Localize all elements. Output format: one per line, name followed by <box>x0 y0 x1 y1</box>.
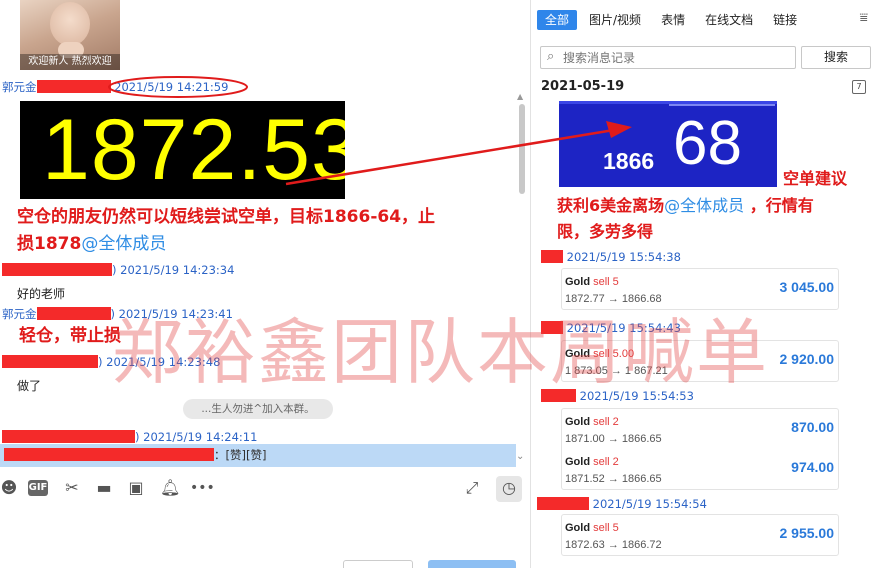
emoji-icon[interactable]: ☻ <box>0 476 18 500</box>
redaction-bar <box>2 355 98 368</box>
redaction-bar <box>4 448 214 461</box>
price-card-image[interactable]: 1866 68 <box>559 101 777 187</box>
history-timestamp: 2021/5/19 15:54:38 <box>566 250 681 264</box>
short-suggestion-note: 空单建议 <box>783 169 848 188</box>
collapse-chevron-icon[interactable]: ⌄ <box>516 451 524 462</box>
trade-row: Gold sell 2 1871.00 → 1866.65 870.00 <box>562 409 838 449</box>
trade-instruction-note: 空仓的朋友仍然可以短线尝试空单，目标1866-64，止 损1878@全体成员 <box>17 204 529 258</box>
mention-all-members[interactable]: @全体成员 <box>81 234 166 254</box>
calendar-icon[interactable]: 7 <box>852 80 866 94</box>
light-position-note: 轻仓，带止损 <box>19 326 121 346</box>
profit-exit-line1: 获利6美金离场@全体成员 ，行情有 <box>557 193 882 219</box>
tab-all[interactable]: 全部 <box>537 10 578 30</box>
mention-all-members[interactable]: @全体成员 <box>664 196 744 215</box>
trade-symbol: Gold sell 5 <box>565 276 619 288</box>
trade-price-path: 1871.00 → 1866.65 <box>565 433 662 445</box>
card-small-price: 1866 <box>603 148 655 174</box>
scroll-up-arrow-icon[interactable]: ▲ <box>517 92 523 101</box>
trade-instruction-line2: 损1878@全体成员 <box>17 231 529 258</box>
price-screenshot-text: 1872.53 <box>42 102 345 198</box>
stop-loss-text: 损1878 <box>17 234 82 254</box>
sender-name: 郭元金 <box>2 80 37 94</box>
image-icon[interactable]: ▣ <box>126 476 146 500</box>
message-sender[interactable]: ) 2021/5/19 14:23:34 <box>2 263 234 277</box>
search-button[interactable]: 搜索 <box>801 46 871 69</box>
reply-preview-bar[interactable]: ：[赞][赞] <box>0 444 516 467</box>
message-sender[interactable]: ) 2021/5/19 14:24:11 <box>2 430 257 444</box>
redaction-bar <box>2 430 135 443</box>
send-button[interactable] <box>428 560 516 568</box>
chat-pane: 欢迎新人 热烈欢迎 郭元金 2021/5/19 14:21:59 1872.53… <box>0 0 530 568</box>
price-screenshot-image[interactable]: 1872.53 <box>20 101 345 199</box>
gif-icon[interactable]: GIF <box>28 480 48 496</box>
trade-profit: 974.00 <box>791 459 834 475</box>
profit-exit-text: 获利6美金离场 <box>557 196 665 215</box>
message-text: 做了 <box>17 379 42 393</box>
trade-profit: 3 045.00 <box>779 279 835 295</box>
message-timestamp: 2021/5/19 14:21:59 <box>114 80 229 94</box>
search-icon: ⌕ <box>547 49 555 64</box>
expand-icon[interactable]: ⤢ <box>462 476 482 500</box>
message-sender[interactable]: 郭元金 2021/5/19 14:21:59 <box>2 80 228 94</box>
trade-row: Gold sell 5 1872.63 → 1866.72 2 955.00 <box>562 515 838 555</box>
trade-price-path: 1872.63 → 1866.72 <box>565 539 662 551</box>
message-text: 好的老师 <box>17 287 66 301</box>
history-clock-icon[interactable]: ◷ <box>496 476 522 502</box>
reply-preview-text: ：[赞][赞] <box>214 448 267 462</box>
system-tip-bubble: ...生人勿进^加入本群。 <box>183 399 333 419</box>
chat-scrollbar[interactable] <box>519 104 525 194</box>
trade-symbol: Gold sell 2 <box>565 416 619 428</box>
bell-icon[interactable]: 🔔︎ <box>160 476 180 500</box>
trade-card[interactable]: Gold sell 5 1872.63 → 1866.72 2 955.00 <box>561 514 839 556</box>
trade-row: Gold sell 2 1871.52 → 1866.65 974.00 <box>562 449 838 489</box>
trade-profit: 870.00 <box>791 419 834 435</box>
scissors-icon[interactable]: ✂ <box>62 476 82 500</box>
history-timestamp: 2021/5/19 15:54:54 <box>592 497 707 511</box>
history-search-input[interactable] <box>563 49 791 66</box>
profit-exit-note: 获利6美金离场@全体成员 ，行情有 限，多劳多得 <box>557 193 882 245</box>
baby-face-shape <box>50 2 90 46</box>
redaction-bar <box>36 307 111 320</box>
tab-stickers[interactable]: 表情 <box>653 10 693 30</box>
trade-profit: 2 920.00 <box>779 351 835 367</box>
history-date: 2021-05-19 <box>541 79 625 94</box>
trade-price-path: 1871.52 → 1866.65 <box>565 473 662 485</box>
redaction-bar <box>2 263 112 276</box>
tab-links[interactable]: 链接 <box>765 10 805 30</box>
profit-exit-text-tail: ，行情有 <box>744 196 814 215</box>
trade-instruction-line1: 空仓的朋友仍然可以短线尝试空单，目标1866-64，止 <box>17 207 436 227</box>
sticker-caption: 欢迎新人 热烈欢迎 <box>20 54 120 70</box>
trade-symbol: Gold sell 5 <box>565 522 619 534</box>
card-strip <box>669 104 775 106</box>
promo-watermark: 郑裕鑫团队本周喊单 <box>112 311 770 394</box>
message-timestamp: 2021/5/19 14:24:11 <box>143 430 258 444</box>
history-sender[interactable]: 2021/5/19 15:54:38 <box>541 250 681 264</box>
redaction-bar <box>537 497 589 510</box>
input-toolbar: ☻ GIF ✂ ▬ ▣ 🔔︎ ••• ⤢ ◷ <box>0 476 530 502</box>
folder-icon[interactable]: ▬ <box>93 476 115 500</box>
trade-symbol: Gold sell 2 <box>565 456 619 468</box>
redaction-bar <box>541 250 563 263</box>
trade-card[interactable]: Gold sell 2 1871.00 → 1866.65 870.00 Gol… <box>561 408 839 490</box>
card-big-price: 68 <box>673 109 742 178</box>
filter-icon[interactable]: ⩸ <box>859 10 868 26</box>
trade-profit: 2 955.00 <box>779 525 835 541</box>
tab-online-docs[interactable]: 在线文档 <box>697 10 761 30</box>
history-search-box: ⌕ <box>540 46 796 69</box>
welcome-sticker-image[interactable]: 欢迎新人 热烈欢迎 <box>20 0 120 70</box>
history-sender[interactable]: 2021/5/19 15:54:54 <box>537 497 707 511</box>
history-tabs: 全部 图片/视频 表情 在线文档 链接 <box>537 9 809 31</box>
close-button[interactable] <box>343 560 413 568</box>
message-timestamp: 2021/5/19 14:23:34 <box>120 263 235 277</box>
more-icon[interactable]: ••• <box>190 476 215 500</box>
sender-name: 郭元金 <box>2 307 37 321</box>
tab-media[interactable]: 图片/视频 <box>581 10 649 30</box>
profit-exit-line2: 限，多劳多得 <box>557 222 654 241</box>
chat-window: 欢迎新人 热烈欢迎 郭元金 2021/5/19 14:21:59 1872.53… <box>0 0 882 568</box>
redaction-bar <box>36 80 111 93</box>
history-pane: 全部图片/视频表情在线文档链接 ⩸ ⌕ 搜索 2021-05-19 7 1866… <box>530 0 882 568</box>
